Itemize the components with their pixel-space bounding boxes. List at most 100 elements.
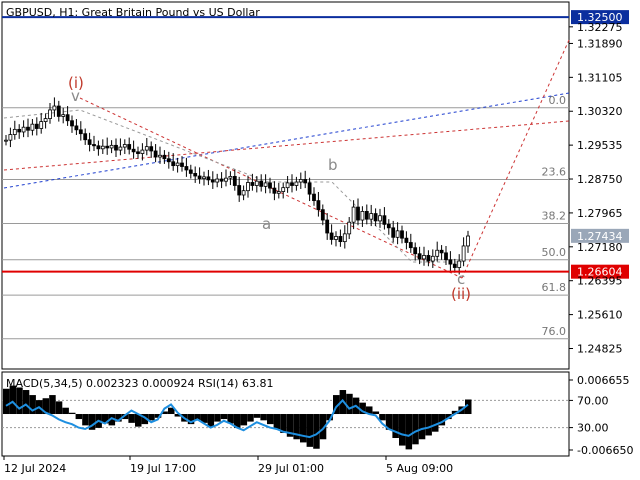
candle-body (268, 182, 272, 189)
fib-level-label: 76.0 (542, 325, 567, 338)
candle-body (241, 190, 246, 196)
candle-body (391, 227, 396, 238)
price-tick-label: 1.27965 (577, 207, 623, 220)
candle-body (448, 259, 453, 265)
candle-body (254, 180, 259, 186)
macd-histogram-bar (267, 414, 274, 425)
candle-body (364, 211, 369, 220)
candle-body (131, 148, 136, 153)
candle-body (215, 178, 220, 183)
macd-histogram-bar (207, 414, 215, 427)
fib-level-label: 61.8 (542, 281, 567, 294)
wave-label: b (328, 156, 338, 174)
candle-body (298, 179, 303, 183)
candle-body (127, 144, 132, 150)
candle-body (285, 182, 290, 189)
candle-body (400, 230, 404, 239)
candle-body (334, 236, 338, 240)
price-tick-label: 1.27180 (577, 241, 623, 254)
time-axis: 12 Jul 2024 19 Jul 17:00 29 Jul 01:00 5 Aug… (3, 456, 453, 475)
candle-body (202, 176, 206, 179)
macd-histogram-bar (260, 414, 267, 421)
candle-body (237, 185, 242, 196)
candle-body (351, 206, 356, 223)
candle-body (144, 146, 149, 151)
candle-body (413, 247, 418, 255)
chart-window: 0.0 23.6 38.2 50.0 61.8 76.0 1.32500 1.26604 1.… (0, 0, 640, 480)
macd-histogram-bar (247, 414, 254, 422)
candle-body (118, 146, 123, 151)
candle-body (281, 187, 286, 192)
candle-body (100, 145, 105, 150)
macd-rsi-plot (2, 385, 569, 450)
macd-histogram-bar (82, 414, 89, 426)
macd-histogram-bar (412, 414, 419, 445)
candle-body (166, 158, 171, 163)
fib-level-label: 38.2 (542, 209, 567, 222)
candle-body (395, 230, 400, 238)
candle-body (109, 144, 114, 149)
candle-body (430, 255, 435, 262)
wave-label: (ii) (451, 285, 471, 303)
candle-body (461, 245, 466, 262)
wave-iii-projection (461, 39, 570, 279)
candle-body (466, 235, 470, 247)
chart-title: GBPUSD, H1: Great Britain Pound vs US Do… (6, 6, 260, 19)
candle-body (356, 206, 360, 221)
macd-histogram-bar (16, 387, 23, 415)
candle-body (149, 146, 154, 152)
macd-histogram-bar (372, 411, 380, 415)
candle-body (43, 118, 48, 122)
time-tick-label: 29 Jul 01:00 (258, 462, 324, 475)
candle-body (338, 236, 343, 243)
indicator-tick-label: 30.00 (577, 422, 609, 435)
macd-histogram-bar (273, 414, 281, 430)
candle-body (21, 126, 26, 133)
candle-body (175, 162, 180, 167)
candle-body (78, 129, 83, 135)
macd-histogram-bar (253, 414, 261, 418)
macd-histogram-bar (75, 414, 83, 420)
candle-body (373, 213, 378, 222)
indicator-tick-label: 0.006655 (577, 374, 630, 387)
candle-body (263, 182, 268, 187)
candle-body (303, 179, 308, 184)
candle-body (92, 144, 96, 147)
macd-histogram-bar (379, 414, 386, 421)
candle-body (105, 145, 110, 149)
candle-body (70, 120, 74, 127)
candle-body (219, 178, 224, 182)
price-pane-frame (1, 1, 570, 370)
candle-body (417, 253, 422, 260)
macd-histogram-bar (55, 401, 63, 415)
candle-body (193, 173, 198, 177)
candle-body (382, 215, 387, 225)
candle-body (224, 177, 228, 182)
candle-body (158, 154, 162, 158)
indicator-label: MACD(5,34,5) 0.002323 0.000924 RSI(14) 6… (6, 377, 273, 390)
macd-histogram-bar (346, 393, 353, 415)
macd-histogram-bar (240, 414, 248, 426)
candle-body (457, 260, 462, 268)
candle-body (39, 121, 44, 129)
red-channel-line (3, 120, 570, 171)
price-tick-label: 1.25610 (577, 309, 623, 322)
candle-body (61, 114, 66, 117)
candle-body (52, 105, 57, 111)
candle-body (312, 193, 316, 202)
candle-body (378, 215, 382, 222)
candle-body (276, 191, 281, 194)
candle-body (83, 133, 88, 141)
macd-histogram-bar (300, 414, 307, 443)
candle-body (426, 255, 431, 262)
candle-body (290, 182, 294, 186)
candle-body (96, 145, 101, 150)
macd-histogram-bar (128, 414, 135, 423)
time-tick-label: 19 Jul 17:00 (130, 462, 196, 475)
macd-histogram-bar (214, 414, 221, 422)
price-candles (4, 97, 470, 275)
candle-body (140, 149, 145, 154)
candle-body (329, 232, 334, 240)
price-tick-label: 1.26395 (577, 275, 623, 288)
candle-body (48, 109, 52, 119)
